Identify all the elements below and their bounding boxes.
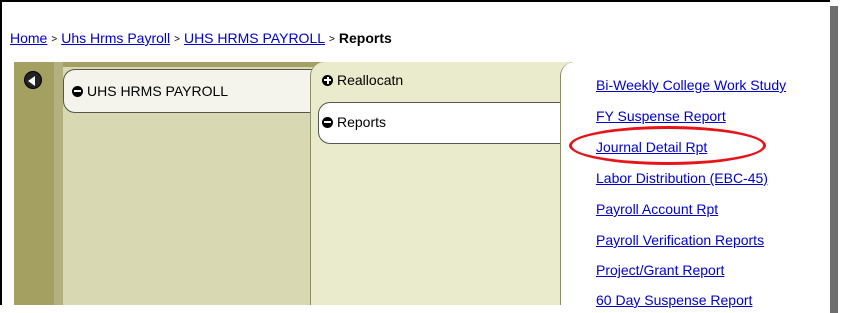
report-link-payroll-account-rpt[interactable]: Payroll Account Rpt <box>596 201 718 217</box>
breadcrumb-separator: > <box>51 34 58 45</box>
nav-item-label: Reallocatn <box>337 72 404 88</box>
plus-circle-icon <box>322 74 333 86</box>
minus-circle-icon <box>72 85 83 97</box>
frame-shadow <box>830 6 838 313</box>
collapse-left-icon[interactable] <box>24 71 42 89</box>
nav-item-label: Reports <box>337 114 387 130</box>
breadcrumb-uhs-hrms-payroll-link[interactable]: Uhs Hrms Payroll <box>61 30 170 46</box>
nav-column-2 <box>310 62 570 305</box>
minus-circle-icon <box>322 116 333 128</box>
breadcrumb-current: Reports <box>338 30 392 46</box>
breadcrumb-uhs-hrms-payroll-upper-link[interactable]: UHS HRMS PAYROLL <box>184 30 325 46</box>
nav-column-1-edge <box>54 62 63 305</box>
nav-item-reports[interactable]: Reports <box>322 114 386 130</box>
report-link-60-day-suspense-report[interactable]: 60 Day Suspense Report <box>596 292 752 308</box>
nav-item-label: UHS HRMS PAYROLL <box>87 83 229 99</box>
nav-item-uhs-hrms-payroll[interactable]: UHS HRMS PAYROLL <box>72 83 228 99</box>
breadcrumb-separator: > <box>329 34 335 45</box>
nav-item-reallocatn[interactable]: Reallocatn <box>322 72 403 88</box>
highlight-annotation-ellipse <box>569 126 766 165</box>
breadcrumb-home-link[interactable]: Home <box>10 30 47 46</box>
report-link-project-grant-report[interactable]: Project/Grant Report <box>596 262 724 278</box>
breadcrumb-separator: > <box>174 34 180 45</box>
report-link-labor-distribution[interactable]: Labor Distribution (EBC-45) <box>596 170 768 186</box>
report-link-fy-suspense-report[interactable]: FY Suspense Report <box>596 108 726 124</box>
breadcrumb: Home > Uhs Hrms Payroll > UHS HRMS PAYROLL > R… <box>10 30 392 46</box>
report-link-bi-weekly-college-work-study[interactable]: Bi-Weekly College Work Study <box>596 77 786 93</box>
report-link-payroll-verification-reports[interactable]: Payroll Verification Reports <box>596 232 764 248</box>
